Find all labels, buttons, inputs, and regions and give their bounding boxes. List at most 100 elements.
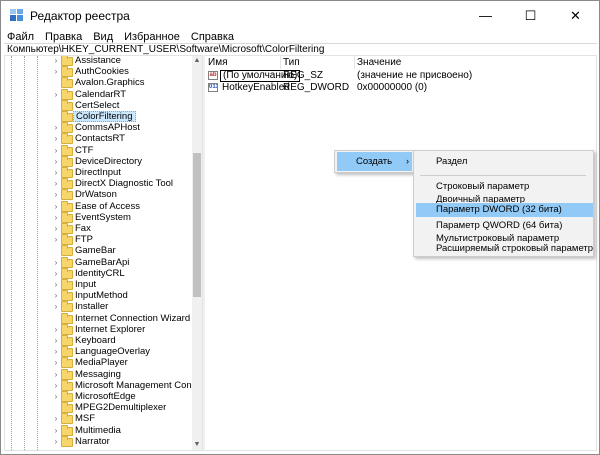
tree-item[interactable]: › GameBarApi (5, 256, 191, 268)
tree-item[interactable]: › Messaging (5, 368, 191, 380)
tree-item[interactable]: › EventSystem (5, 211, 191, 223)
expand-chevron-icon[interactable]: › (52, 89, 60, 100)
tree-scrollbar[interactable]: ▲ ▼ (192, 56, 202, 450)
expand-chevron-icon[interactable]: › (52, 223, 60, 234)
expand-chevron-icon[interactable]: › (52, 413, 60, 424)
expand-chevron-icon[interactable]: › (52, 391, 60, 402)
expand-chevron-icon[interactable]: › (52, 268, 60, 279)
submenu-item-expandable-string[interactable]: Расширяемый строковый параметр (416, 242, 593, 256)
tree-item[interactable]: › InputMethod (5, 290, 191, 302)
tree-item-label: DrWatson (75, 189, 117, 201)
expand-chevron-icon[interactable]: › (52, 234, 60, 245)
tree-item[interactable]: › CTF (5, 144, 191, 156)
menu-favorites[interactable]: Избранное (118, 30, 185, 44)
expand-chevron-icon[interactable]: › (52, 189, 60, 200)
expand-chevron-icon[interactable]: › (52, 346, 60, 357)
tree-item[interactable]: › Narrator (5, 435, 191, 447)
expand-chevron-icon[interactable]: › (52, 257, 60, 268)
column-header-data[interactable]: Значение (357, 56, 401, 69)
tree-item[interactable]: › AuthCookies (5, 66, 191, 78)
tree-item[interactable]: › DirectInput (5, 167, 191, 178)
folder-icon (61, 290, 73, 302)
tree-item[interactable]: › Microsoft Management Console (5, 379, 202, 391)
value-row[interactable]: ab (По умолчанию) REG_SZ (значение не пр… (205, 70, 595, 82)
expand-chevron-icon[interactable]: › (52, 324, 60, 335)
tree-item[interactable]: MPEG2Demultiplexer (5, 402, 191, 414)
tree-item[interactable]: Internet Connection Wizard (5, 312, 191, 324)
title-bar[interactable]: Редактор реестра — ☐ ✕ (1, 1, 599, 30)
minimize-button[interactable]: — (463, 1, 508, 30)
maximize-button[interactable]: ☐ (508, 1, 553, 30)
value-name: HotkeyEnabled (222, 82, 290, 93)
tree-item[interactable]: › CalendarRT (5, 88, 191, 100)
column-separator[interactable] (354, 56, 355, 69)
expand-chevron-icon[interactable]: › (52, 380, 60, 391)
expand-chevron-icon[interactable]: › (52, 425, 60, 436)
expand-chevron-icon[interactable]: › (52, 201, 60, 212)
expand-chevron-icon[interactable]: › (52, 133, 60, 144)
menu-edit[interactable]: Правка (39, 30, 87, 44)
tree-item[interactable]: › FTP (5, 234, 191, 246)
column-header-type[interactable]: Тип (283, 56, 300, 69)
expand-chevron-icon[interactable]: › (52, 56, 60, 66)
scroll-up-arrow-icon[interactable]: ▲ (192, 56, 202, 66)
tree-item[interactable]: › LanguageOverlay (5, 346, 191, 358)
expand-chevron-icon[interactable]: › (52, 357, 60, 368)
expand-chevron-icon[interactable]: › (52, 335, 60, 346)
tree-item[interactable]: › IdentityCRL (5, 267, 191, 279)
tree-item[interactable]: › DeviceDirectory (5, 155, 191, 167)
expand-chevron-icon[interactable]: › (52, 301, 60, 312)
expand-chevron-icon[interactable]: › (52, 436, 60, 447)
tree-item[interactable]: Avalon.Graphics (5, 77, 191, 89)
scrollbar-thumb[interactable] (193, 153, 201, 297)
value-row[interactable]: 011 HotkeyEnabled REG_DWORD 0x00000000 (… (205, 82, 595, 94)
expand-chevron-icon[interactable]: › (52, 290, 60, 301)
tree-item[interactable]: › CommsAPHost (5, 122, 191, 134)
menu-help[interactable]: Справка (185, 30, 239, 44)
tree-item[interactable]: › Multimedia (5, 424, 191, 436)
tree-item[interactable]: › Installer (5, 301, 191, 313)
folder-icon (61, 111, 73, 122)
folder-icon (61, 167, 73, 178)
tree-item[interactable]: › MediaPlayer (5, 357, 191, 369)
close-button[interactable]: ✕ (553, 1, 598, 30)
menu-item-create[interactable]: Создать › (337, 152, 412, 171)
expand-chevron-icon[interactable]: › (52, 145, 60, 156)
expand-chevron-icon[interactable]: › (52, 212, 60, 223)
menu-file[interactable]: Файл (1, 30, 39, 44)
menu-view[interactable]: Вид (87, 30, 118, 44)
tree-item[interactable]: › MicrosoftEdge (5, 391, 191, 402)
expand-chevron-icon[interactable]: › (52, 122, 60, 133)
expand-chevron-icon[interactable]: › (52, 279, 60, 290)
column-separator[interactable] (280, 56, 281, 69)
tree-item[interactable]: › DirectX Diagnostic Tool (5, 178, 191, 190)
folder-icon (61, 234, 73, 246)
folder-icon (61, 245, 73, 257)
submenu-item-dword[interactable]: Параметр DWORD (32 бита) (416, 203, 593, 217)
expand-chevron-icon[interactable]: › (52, 369, 60, 380)
tree-item[interactable]: › ContactsRT (5, 133, 191, 145)
folder-icon (61, 155, 73, 167)
scroll-down-arrow-icon[interactable]: ▼ (192, 440, 202, 450)
expand-chevron-icon[interactable]: › (52, 66, 60, 77)
tree-item[interactable]: › Input (5, 279, 191, 290)
tree-item-label: Narrator (75, 435, 110, 447)
expand-chevron-icon[interactable]: › (52, 156, 60, 167)
tree-item[interactable]: ColorFiltering (5, 111, 191, 122)
tree-item[interactable]: GameBar (5, 245, 191, 257)
tree-item[interactable]: › Internet Explorer (5, 323, 191, 335)
submenu-item-key[interactable]: Раздел (416, 152, 593, 171)
expand-chevron-icon[interactable]: › (52, 178, 60, 189)
tree-item[interactable]: › Assistance (5, 55, 191, 66)
tree-item[interactable]: › Keyboard (5, 335, 191, 346)
string-value-icon: ab (208, 71, 218, 80)
tree-item[interactable]: › MSF (5, 413, 191, 425)
tree-item[interactable]: › Ease of Access (5, 200, 191, 212)
folder-icon (61, 99, 73, 111)
tree-item[interactable]: CertSelect (5, 99, 191, 111)
tree-item[interactable]: › DrWatson (5, 189, 191, 201)
expand-chevron-icon[interactable]: › (52, 167, 60, 178)
column-header-name[interactable]: Имя (208, 56, 227, 69)
tree-item[interactable]: › Fax (5, 223, 191, 234)
tree-item-label: Assistance (75, 55, 121, 66)
